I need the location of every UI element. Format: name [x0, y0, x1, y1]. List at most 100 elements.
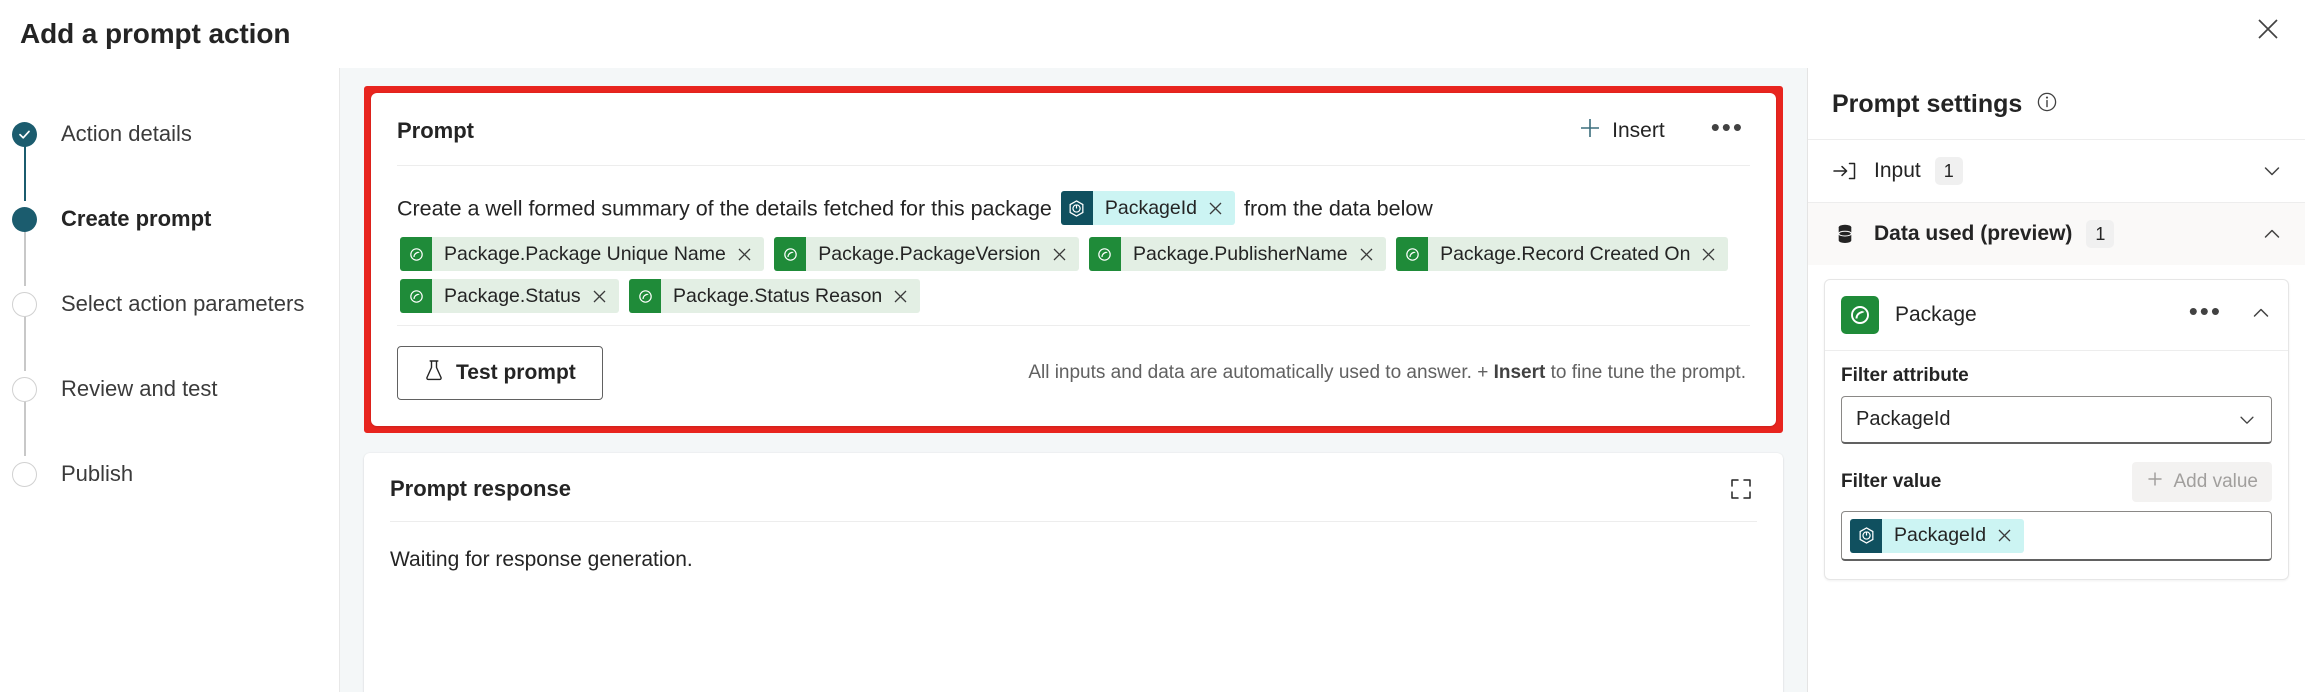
token-chip-row: Package.Status Package.Status Reason: [397, 275, 1750, 317]
page-title: Add a prompt action: [20, 18, 291, 49]
input-arrow-icon: [1830, 160, 1860, 182]
dataverse-table-icon: [400, 279, 432, 314]
step-status-current-icon: [12, 206, 37, 232]
chevron-up-icon[interactable]: [2250, 302, 2272, 329]
token-chip-package-version[interactable]: Package.PackageVersion: [774, 237, 1079, 272]
close-icon[interactable]: [2245, 6, 2291, 52]
chevron-up-icon[interactable]: [2261, 223, 2283, 245]
token-chip-label: Package.Status Reason: [673, 285, 883, 308]
chevron-down-icon[interactable]: [2261, 160, 2283, 182]
dataverse-token-icon: [1850, 518, 1882, 553]
sidebar-item-review-and-test[interactable]: Review and test: [0, 371, 339, 456]
expand-icon[interactable]: [1725, 473, 1757, 505]
prompt-response-card: Prompt response Waiting for response gen…: [364, 453, 1783, 692]
prompt-card-actions: Insert •••: [1573, 113, 1750, 149]
token-chip-status[interactable]: Package.Status: [400, 279, 619, 314]
filter-attribute-value: PackageId: [1856, 408, 1951, 430]
filter-value-chip-packageid[interactable]: PackageId: [1850, 518, 2025, 553]
plus-icon: [1579, 117, 1601, 145]
hint-insert-word: Insert: [1493, 362, 1546, 384]
filter-value-field[interactable]: PackageId: [1841, 511, 2272, 561]
insert-button-label: Insert: [1612, 119, 1665, 142]
step-status-done-icon: [12, 121, 37, 147]
prompt-settings-title: Prompt settings: [1832, 90, 2023, 118]
prompt-editor[interactable]: Create a well formed summary of the deta…: [371, 166, 1776, 325]
token-chip-remove-icon[interactable]: [1699, 247, 1728, 262]
token-chip-packageid[interactable]: PackageId: [1060, 191, 1236, 226]
prompt-first-line: Create a well formed summary of the deta…: [397, 188, 1750, 227]
prompt-response-header: Prompt response: [364, 453, 1783, 521]
token-chip-package-unique-name[interactable]: Package.Package Unique Name: [400, 237, 764, 272]
dataverse-table-icon: [774, 237, 807, 272]
settings-section-data-used[interactable]: Data used (preview) 1: [1808, 203, 2305, 265]
token-chip-remove-icon[interactable]: [590, 289, 619, 304]
insert-button[interactable]: Insert: [1573, 113, 1671, 149]
sidebar-item-label: Create prompt: [61, 206, 212, 231]
chevron-down-icon: [2237, 410, 2257, 430]
settings-section-label: Data used (preview): [1874, 222, 2073, 245]
dataverse-token-icon: [1060, 191, 1093, 226]
add-value-button[interactable]: Add value: [2132, 462, 2272, 502]
step-status-todo-icon: [12, 461, 37, 487]
dataverse-table-icon: [400, 237, 432, 272]
hint-part-1: All inputs and data are automatically us…: [1028, 362, 1494, 384]
prompt-text-before: Create a well formed summary of the deta…: [397, 196, 1052, 221]
test-prompt-button[interactable]: Test prompt: [397, 346, 603, 401]
filter-attribute-label: Filter attribute: [1841, 365, 1969, 386]
filter-value-row: Filter value Add value: [1841, 462, 2272, 502]
token-chip-remove-icon[interactable]: [735, 247, 764, 262]
sidebar-item-create-prompt[interactable]: Create prompt: [0, 201, 339, 286]
token-chip-label: Package.Package Unique Name: [444, 243, 726, 266]
add-value-button-label: Add value: [2173, 471, 2258, 492]
data-source-card-header: Package •••: [1825, 280, 2288, 350]
filter-value-chip-remove-icon[interactable]: [1995, 528, 2024, 543]
step-status-todo-icon: [12, 291, 37, 317]
prompt-settings-panel: Prompt settings Input 1 Data used (previ…: [1807, 68, 2305, 692]
token-chip-remove-icon[interactable]: [891, 289, 920, 304]
token-chip-label: Package.PackageVersion: [818, 243, 1041, 266]
wizard-stepper: Action details Create prompt Select acti…: [0, 68, 340, 692]
token-chip-record-created-on[interactable]: Package.Record Created On: [1396, 237, 1729, 272]
sidebar-item-publish[interactable]: Publish: [0, 456, 339, 492]
prompt-card: Prompt Insert ••• Create a well formed s…: [371, 93, 1776, 427]
data-source-actions: •••: [2183, 298, 2272, 331]
prompt-footer-hint: All inputs and data are automatically us…: [1028, 362, 1746, 384]
sidebar-item-label: Select action parameters: [61, 291, 305, 316]
prompt-response-title: Prompt response: [390, 476, 571, 502]
prompt-token-chips: Package.Package Unique Name Package.Pack…: [397, 233, 1750, 317]
plus-icon: [2146, 470, 2164, 494]
prompt-card-footer: Test prompt All inputs and data are auto…: [371, 326, 1776, 426]
token-chip-label: Package.Record Created On: [1440, 243, 1691, 266]
token-chip-status-reason[interactable]: Package.Status Reason: [629, 279, 921, 314]
filter-attribute-select[interactable]: PackageId: [1841, 396, 2272, 444]
database-icon: [1830, 223, 1860, 245]
add-prompt-action-dialog: Add a prompt action Action details Creat…: [0, 0, 2305, 692]
token-chip-remove-icon[interactable]: [1050, 247, 1079, 262]
main-content: Prompt Insert ••• Create a well formed s…: [340, 68, 1807, 692]
token-chip-label: Package.PublisherName: [1132, 243, 1348, 266]
sidebar-item-action-details[interactable]: Action details: [0, 116, 339, 201]
step-status-todo-icon: [12, 376, 37, 402]
dataverse-table-icon: [1396, 237, 1429, 272]
settings-section-input[interactable]: Input 1: [1808, 140, 2305, 202]
test-prompt-button-label: Test prompt: [456, 361, 576, 385]
token-chip-publisher-name[interactable]: Package.PublisherName: [1088, 237, 1386, 272]
status-badge: 1: [2086, 220, 2115, 248]
info-icon[interactable]: [2036, 91, 2058, 118]
prompt-settings-header: Prompt settings: [1808, 68, 2305, 139]
filter-value-chip-label: PackageId: [1894, 524, 1987, 546]
sidebar-item-label: Action details: [61, 121, 192, 146]
token-chip-remove-icon[interactable]: [1206, 201, 1235, 216]
prompt-text-after: from the data below: [1244, 196, 1433, 221]
dataverse-table-icon: [1088, 237, 1121, 272]
token-chip-remove-icon[interactable]: [1357, 247, 1386, 262]
more-options-icon[interactable]: •••: [1705, 114, 1750, 147]
prompt-card-header: Prompt Insert •••: [371, 93, 1776, 165]
token-chip-label: PackageId: [1104, 197, 1198, 220]
more-options-icon[interactable]: •••: [2183, 298, 2228, 331]
dataverse-table-icon: [1841, 296, 1879, 334]
sidebar-item-select-action-parameters[interactable]: Select action parameters: [0, 286, 339, 371]
sidebar-item-label: Review and test: [61, 376, 218, 401]
dataverse-table-icon: [629, 279, 662, 314]
data-source-card-body: Filter attribute PackageId Filter value: [1825, 351, 2288, 579]
